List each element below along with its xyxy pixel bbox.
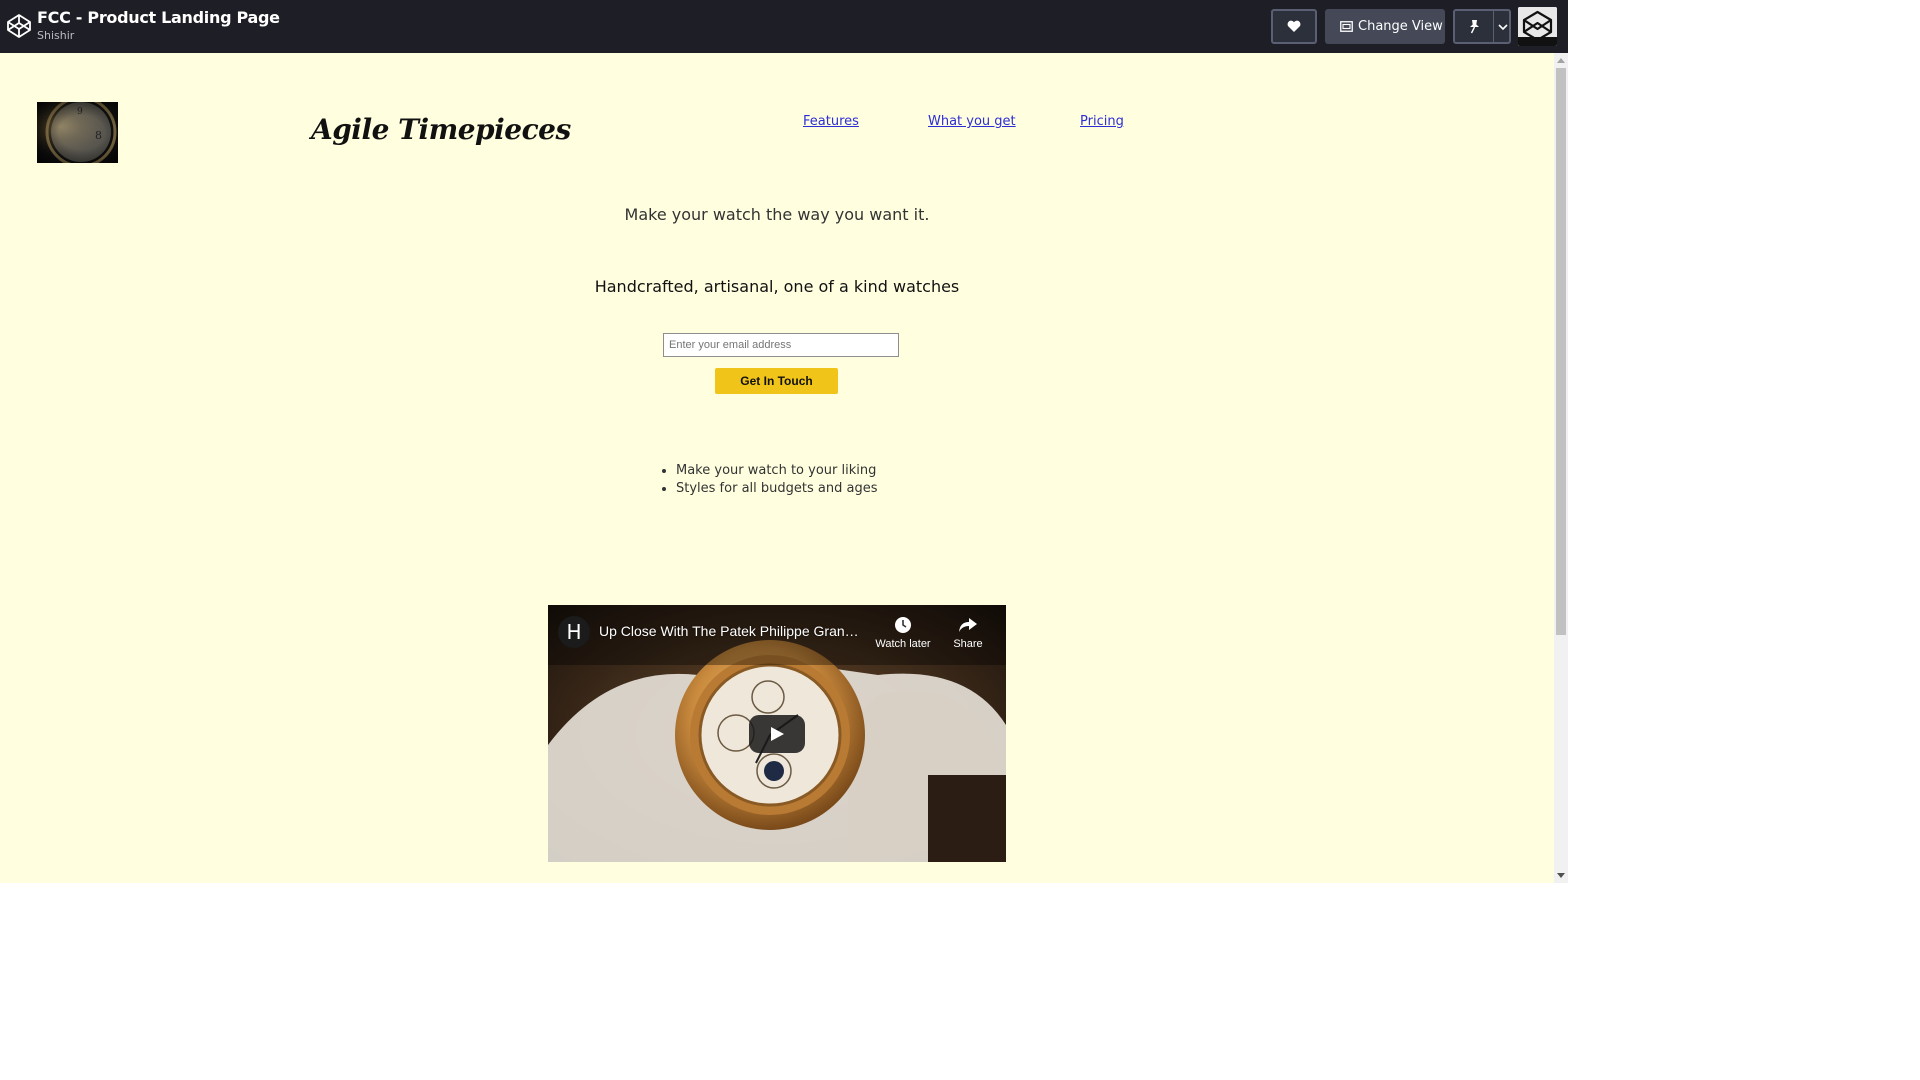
nav-link-features[interactable]: Features <box>803 114 859 129</box>
channel-avatar[interactable]: H <box>558 616 590 648</box>
change-view-button[interactable]: Change View <box>1325 9 1445 44</box>
play-icon <box>771 727 784 741</box>
scroll-thumb[interactable] <box>1556 68 1566 635</box>
clock-icon <box>895 617 911 633</box>
scroll-down-icon[interactable] <box>1557 873 1565 878</box>
nav-link-pricing[interactable]: Pricing <box>1080 114 1124 129</box>
pen-author[interactable]: Shishir <box>37 29 74 42</box>
avatar-icon <box>1518 7 1557 46</box>
pin-icon <box>1470 20 1479 34</box>
tagline: Make your watch the way you want it. <box>0 205 1554 224</box>
email-input[interactable] <box>663 333 899 357</box>
scroll-up-icon[interactable] <box>1557 58 1565 63</box>
heart-icon <box>1287 20 1301 32</box>
brand-logo-text: Agile Timepieces <box>311 113 571 146</box>
tagline-text: Make your watch the way you want it. <box>624 205 930 224</box>
get-in-touch-button[interactable]: Get In Touch <box>715 368 838 394</box>
share-icon <box>959 618 977 632</box>
like-button[interactable] <box>1271 9 1317 44</box>
pin-button[interactable] <box>1453 9 1511 44</box>
watch-later-button[interactable]: Watch later <box>873 616 933 650</box>
play-button[interactable] <box>749 715 805 753</box>
change-view-label: Change View <box>1358 19 1443 34</box>
chevron-down-icon[interactable] <box>1498 24 1508 31</box>
video-title[interactable]: Up Close With The Patek Philippe Grandma… <box>599 623 863 639</box>
pen-title[interactable]: FCC - Product Landing Page <box>37 8 280 27</box>
subheading: Handcrafted, artisanal, one of a kind wa… <box>594 277 960 296</box>
nav-link-what-you-get[interactable]: What you get <box>928 114 1016 129</box>
watch-later-label: Watch later <box>875 638 931 650</box>
preview-frame: 8 9 Agile Timepieces Features What you g… <box>0 53 1554 883</box>
video-embed[interactable]: H Up Close With The Patek Philippe Grand… <box>548 605 1006 862</box>
list-item: Styles for all budgets and ages <box>676 480 877 498</box>
share-button[interactable]: Share <box>948 616 988 650</box>
user-avatar[interactable] <box>1518 7 1557 46</box>
feature-list: Make your watch to your liking Styles fo… <box>661 462 877 498</box>
change-view-icon <box>1340 21 1353 32</box>
list-item: Make your watch to your liking <box>676 462 877 480</box>
codepen-logo-icon[interactable] <box>6 13 32 39</box>
watch-photo: 8 9 <box>37 102 118 163</box>
share-label: Share <box>953 638 983 650</box>
header-image: 8 9 <box>37 102 118 163</box>
pin-button-divider <box>1493 11 1494 42</box>
editor-topbar: FCC - Product Landing Page Shishir Chang… <box>0 0 1568 53</box>
preview-scrollbar[interactable] <box>1554 53 1568 883</box>
